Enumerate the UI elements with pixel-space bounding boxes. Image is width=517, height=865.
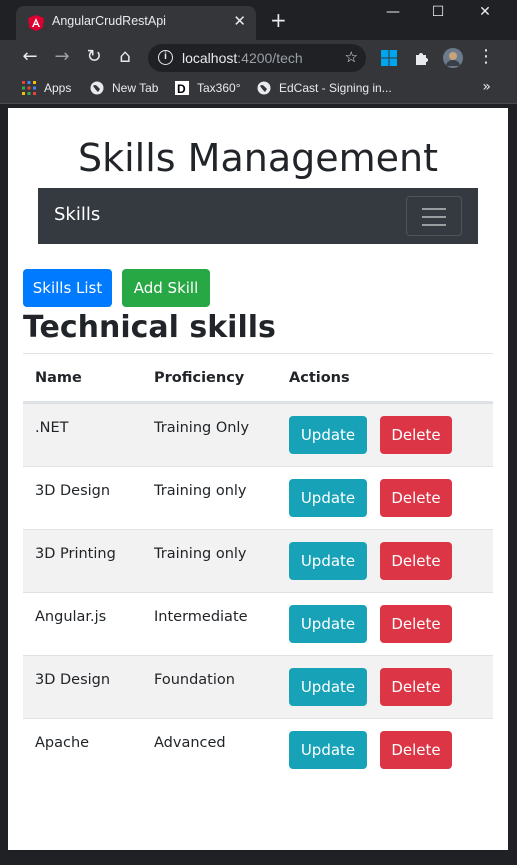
bookmark-edcast[interactable]: EdCast - Signing in... — [257, 81, 392, 95]
profile-avatar-icon[interactable] — [443, 48, 463, 68]
apps-grid-icon — [22, 81, 36, 95]
skill-name: 3D Design — [35, 672, 111, 688]
angular-logo-icon — [28, 15, 44, 31]
minimize-button[interactable]: — — [378, 4, 408, 20]
skill-proficiency: Advanced — [154, 735, 226, 751]
window-edge — [508, 108, 517, 850]
browser-menu-icon[interactable]: ⋮ — [474, 46, 498, 67]
table-row: 3D Printing Training only Update Delete — [23, 529, 493, 592]
skill-proficiency: Training Only — [154, 420, 250, 436]
tab-title: AngularCrudRestApi — [52, 14, 166, 28]
hamburger-icon-line — [422, 224, 446, 226]
navbar-toggler-button[interactable] — [406, 196, 462, 236]
tab-close-icon[interactable]: ✕ — [233, 12, 246, 30]
bookmark-star-icon[interactable]: ☆ — [345, 48, 358, 66]
globe-icon — [90, 81, 104, 95]
skill-proficiency: Training only — [154, 546, 247, 562]
delete-button[interactable]: Delete — [380, 416, 452, 454]
table-row: .NET Training Only Update Delete — [23, 403, 493, 466]
skill-proficiency: Intermediate — [154, 609, 248, 625]
delete-button[interactable]: Delete — [380, 479, 452, 517]
hamburger-icon — [422, 208, 446, 210]
delete-button[interactable]: Delete — [380, 605, 452, 643]
section-heading: Technical skills — [23, 310, 276, 345]
site-info-icon[interactable]: i — [158, 50, 173, 65]
bookmark-label: EdCast - Signing in... — [279, 81, 392, 95]
table-body: .NET Training Only Update Delete 3D Design Tr… — [23, 403, 493, 781]
reload-button[interactable]: ↻ — [82, 46, 106, 67]
page-title: Skills Management — [78, 136, 438, 180]
window-bottom-edge — [0, 850, 517, 865]
address-url[interactable]: localhost:4200/tech — [182, 50, 303, 66]
home-button[interactable]: ⌂ — [113, 46, 137, 67]
maximize-button[interactable]: ☐ — [423, 4, 453, 20]
delete-button[interactable]: Delete — [380, 668, 452, 706]
url-host: localhost — [182, 50, 238, 66]
update-button[interactable]: Update — [289, 479, 367, 517]
update-button[interactable]: Update — [289, 731, 367, 769]
address-bar[interactable]: i localhost:4200/tech ☆ — [148, 44, 366, 72]
skills-table: Name Proficiency Actions .NET Training On… — [23, 353, 493, 781]
extensions-puzzle-icon[interactable] — [412, 48, 432, 68]
column-header-proficiency: Proficiency — [154, 370, 245, 386]
skill-name: 3D Printing — [35, 546, 116, 562]
table-row: 3D Design Foundation Update Delete — [23, 655, 493, 718]
browser-tab[interactable]: AngularCrudRestApi ✕ — [16, 6, 256, 40]
skill-name: 3D Design — [35, 483, 111, 499]
url-path: :4200/tech — [237, 50, 303, 66]
navbar-brand[interactable]: Skills — [54, 204, 100, 225]
delete-button[interactable]: Delete — [380, 731, 452, 769]
close-window-button[interactable]: ✕ — [470, 4, 500, 20]
hamburger-icon-line — [422, 216, 446, 218]
globe-icon — [257, 81, 271, 95]
skill-name: .NET — [35, 420, 69, 436]
skill-proficiency: Foundation — [154, 672, 235, 688]
bookmarks-bar: Apps New Tab D Tax360° EdCast - Signing … — [0, 76, 517, 104]
back-button[interactable]: ← — [18, 46, 42, 67]
skill-proficiency: Training only — [154, 483, 247, 499]
bookmark-label: Apps — [44, 81, 72, 95]
skills-list-button[interactable]: Skills List — [23, 269, 112, 307]
skill-name: Apache — [35, 735, 90, 751]
add-skill-button[interactable]: Add Skill — [122, 269, 210, 307]
skill-name: Angular.js — [35, 609, 107, 625]
table-header: Name Proficiency Actions — [23, 353, 493, 403]
table-row: Angular.js Intermediate Update Delete — [23, 592, 493, 655]
column-header-name: Name — [35, 370, 82, 386]
bookmarks-overflow-icon[interactable]: » — [482, 79, 491, 95]
update-button[interactable]: Update — [289, 416, 367, 454]
d-logo-icon: D — [175, 81, 189, 95]
tab-strip: AngularCrudRestApi ✕ + — ☐ ✕ — [0, 0, 517, 40]
page-viewport: Skills Management Skills Skills List Add… — [8, 108, 508, 850]
bookmark-new-tab[interactable]: New Tab — [90, 81, 158, 95]
forward-button[interactable]: → — [50, 46, 74, 67]
svg-text:D: D — [177, 82, 186, 95]
update-button[interactable]: Update — [289, 605, 367, 643]
table-row: Apache Advanced Update Delete — [23, 718, 493, 781]
update-button[interactable]: Update — [289, 542, 367, 580]
table-row: 3D Design Training only Update Delete — [23, 466, 493, 529]
bookmark-label: New Tab — [112, 81, 159, 95]
new-tab-button[interactable]: + — [270, 10, 287, 30]
bookmark-apps[interactable]: Apps — [22, 81, 71, 95]
bookmark-label: Tax360° — [197, 81, 241, 95]
column-header-actions: Actions — [289, 370, 350, 386]
browser-toolbar: ← → ↻ ⌂ i localhost:4200/tech ☆ ⋮ — [0, 40, 517, 76]
bookmark-tax360[interactable]: D Tax360° — [175, 81, 241, 95]
update-button[interactable]: Update — [289, 668, 367, 706]
delete-button[interactable]: Delete — [380, 542, 452, 580]
windows-extension-icon[interactable] — [379, 48, 399, 68]
navbar: Skills — [38, 188, 478, 244]
